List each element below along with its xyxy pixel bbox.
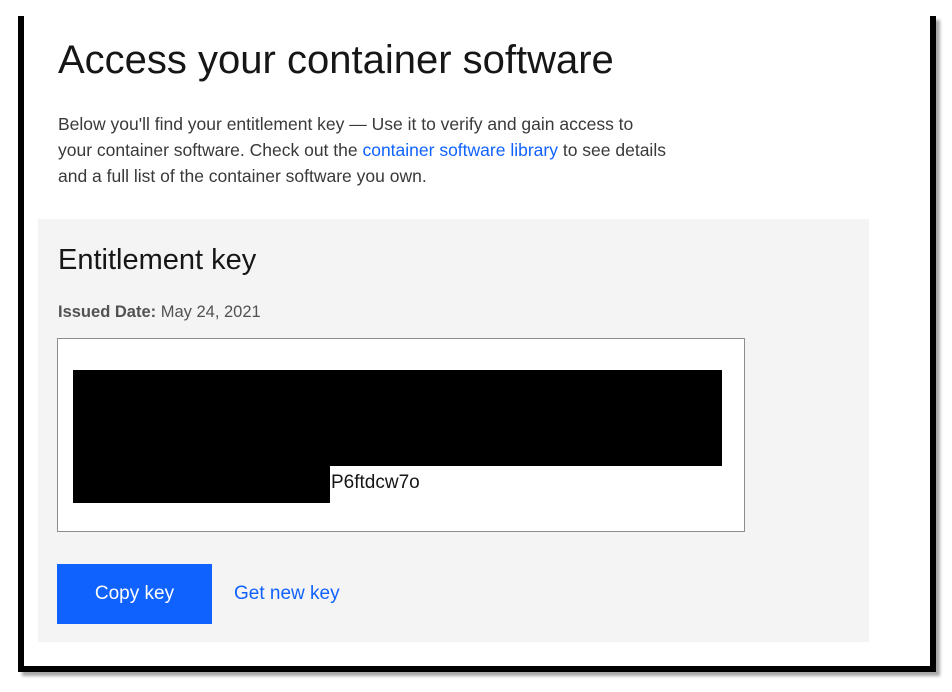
- issued-date-label: Issued Date:: [58, 303, 157, 321]
- get-new-key-link[interactable]: Get new key: [234, 581, 340, 607]
- copy-key-button[interactable]: Copy key: [57, 564, 212, 624]
- key-redaction-block: [73, 466, 330, 503]
- key-redaction-block: [73, 370, 722, 466]
- issued-date-value: May 24, 2021: [156, 303, 261, 321]
- intro-paragraph: Below you'll find your entitlement key —…: [58, 111, 668, 189]
- issued-date: Issued Date: May 24, 2021: [58, 300, 261, 324]
- entitlement-key-visible-text[interactable]: P6ftdcw7o: [331, 471, 420, 495]
- container-software-library-link[interactable]: container software library: [362, 140, 558, 160]
- entitlement-key-heading: Entitlement key: [58, 244, 257, 276]
- page-title: Access your container software: [58, 38, 614, 82]
